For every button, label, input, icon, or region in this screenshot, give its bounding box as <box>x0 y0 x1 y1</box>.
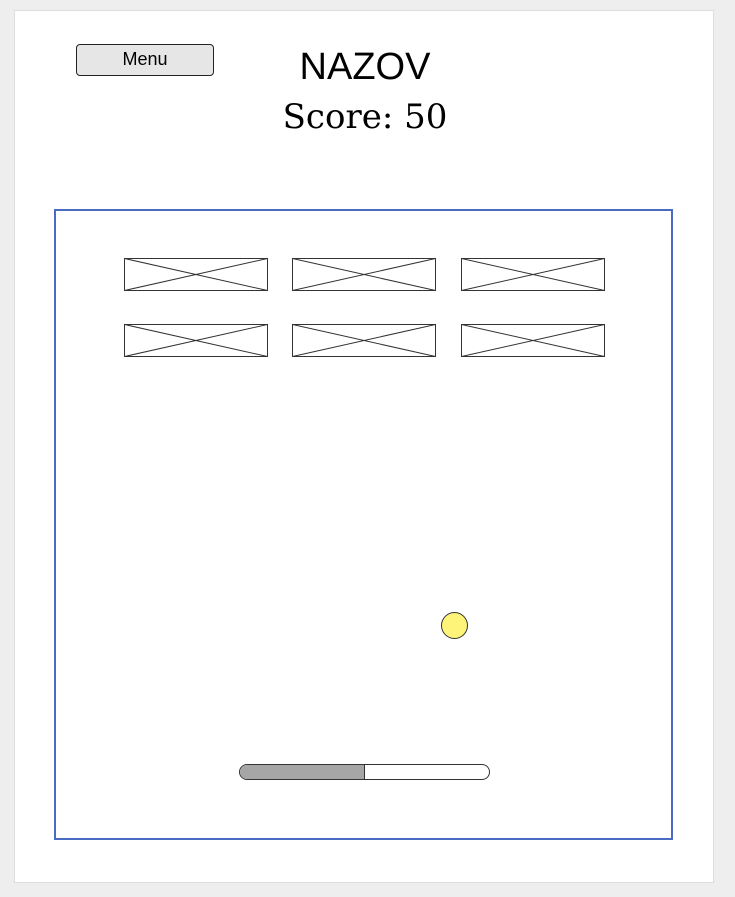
menu-button[interactable]: Menu <box>76 44 214 76</box>
score-display: Score: 50 <box>215 95 515 139</box>
game-title: NAZOV <box>299 46 431 88</box>
score-label: Score: <box>282 97 394 137</box>
brick-placeholder <box>461 258 605 291</box>
brick-placeholder <box>461 324 605 357</box>
game-board[interactable] <box>54 209 673 840</box>
score-value: 50 <box>404 97 448 137</box>
brick-placeholder <box>124 258 268 291</box>
ball <box>441 612 468 639</box>
brick-placeholder <box>292 258 436 291</box>
brick-placeholder <box>292 324 436 357</box>
brick-placeholder <box>124 324 268 357</box>
paddle-fill <box>240 765 365 779</box>
paddle[interactable] <box>239 764 490 780</box>
